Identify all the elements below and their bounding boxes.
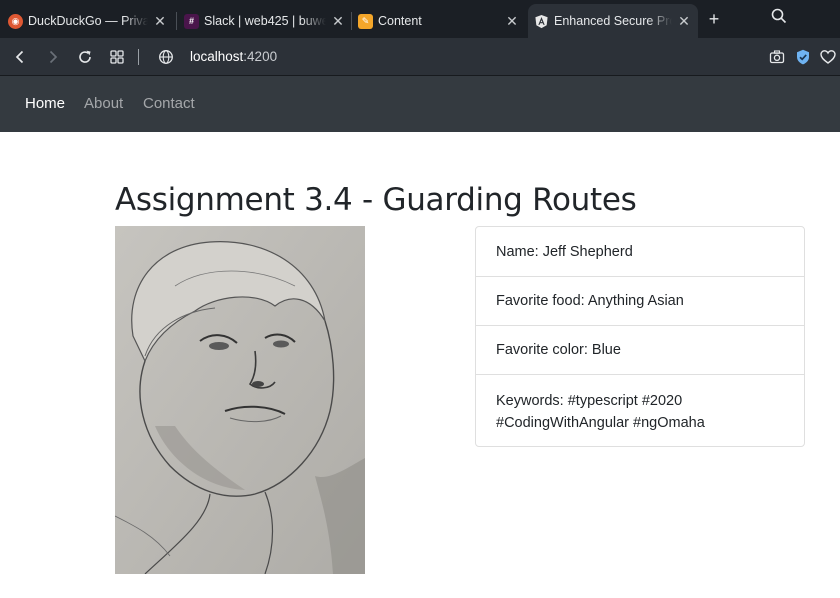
shield-icon[interactable] [794,48,812,66]
page-title: Assignment 3.4 - Guarding Routes [115,182,637,218]
globe-icon[interactable] [157,48,175,66]
close-tab-icon[interactable]: ✕ [152,13,168,30]
search-tabs-icon[interactable] [770,7,788,25]
main-navbar: Home About Contact [0,76,840,132]
url-host: localhost [190,49,244,64]
profile-color-item: Favorite color: Blue [476,325,804,374]
profile-name-item: Name: Jeff Shepherd [496,243,633,260]
speed-dial-icon[interactable] [108,48,126,66]
angular-icon [534,14,549,29]
address-field[interactable]: localhost:4200 [190,49,277,64]
profile-details-list: Name: Jeff Shepherd Favorite food: Anyth… [475,226,805,447]
nav-contact-link[interactable]: Contact [143,95,195,112]
profile-food-item: Favorite food: Anything Asian [476,276,804,325]
reload-icon[interactable] [76,48,94,66]
tab-title: Enhanced Secure Profile [554,14,672,28]
forward-icon[interactable] [44,48,62,66]
close-tab-icon[interactable]: ✕ [676,13,692,30]
tab-title: Content [378,14,422,28]
tab-duckduckgo[interactable]: ◉ DuckDuckGo — Privacy, simplified. ✕ [8,7,168,35]
tab-title: Slack | web425 | buwebdev [204,14,326,28]
tab-title: DuckDuckGo — Privacy, simplified. [28,14,148,28]
profile-keywords-item: Keywords: #typescript #2020 #CodingWithA… [476,374,804,446]
tab-content[interactable]: ✎ Content ✕ [358,7,520,35]
slack-icon: # [184,13,199,29]
nav-home-link[interactable]: Home [25,95,65,112]
pencil-icon: ✎ [358,13,373,29]
camera-icon[interactable] [768,48,786,66]
tab-divider [351,12,352,30]
back-icon[interactable] [11,48,29,66]
duckduckgo-icon: ◉ [8,13,23,29]
url-port: :4200 [243,49,278,64]
heart-icon[interactable] [819,48,837,66]
tab-enhanced-secure-profile[interactable]: Enhanced Secure Profile ✕ [528,4,698,38]
toolbar-divider [138,49,139,65]
tab-slack[interactable]: # Slack | web425 | buwebdev ✕ [184,7,346,35]
profile-portrait-image [115,226,365,574]
close-tab-icon[interactable]: ✕ [330,13,346,30]
close-tab-icon[interactable]: ✕ [504,13,520,30]
new-tab-button[interactable]: + [704,9,724,29]
browser-tab-strip: ◉ DuckDuckGo — Privacy, simplified. ✕ # … [0,0,840,38]
browser-toolbar: localhost:4200 [0,38,840,76]
tab-divider [176,12,177,30]
nav-about-link[interactable]: About [84,95,123,112]
